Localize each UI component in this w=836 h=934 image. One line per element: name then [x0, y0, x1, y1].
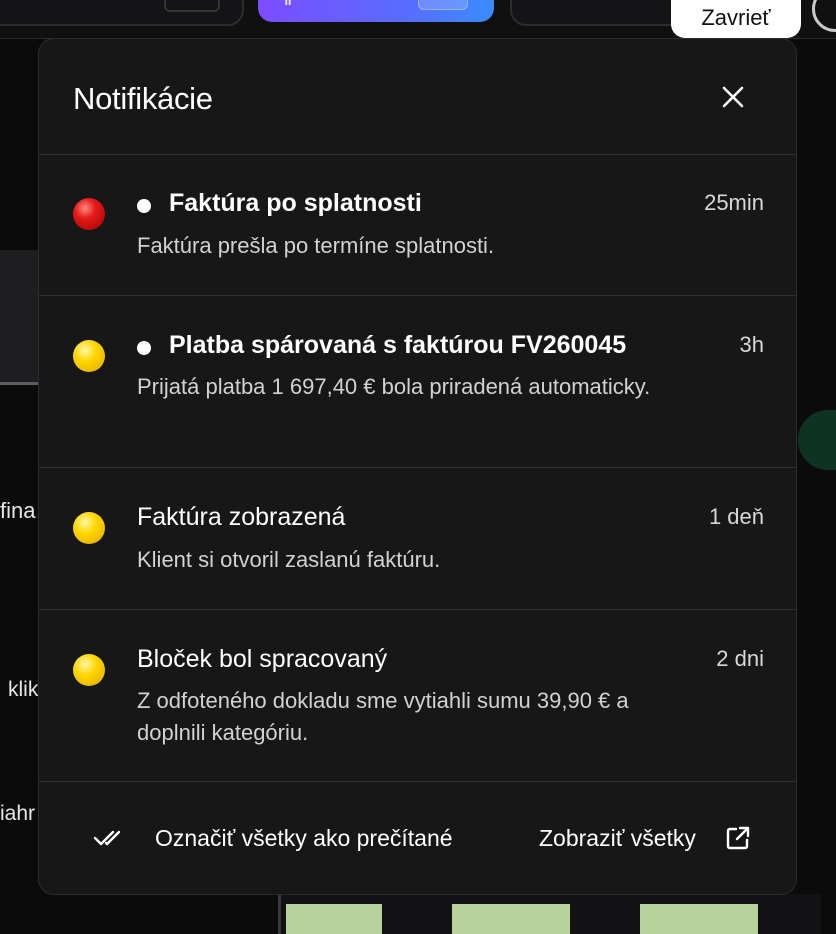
panel-header: Notifikácie	[39, 39, 796, 155]
background-bar	[640, 904, 758, 934]
status-indicator-yellow	[73, 512, 105, 544]
notification-time: 1 deň	[708, 504, 764, 529]
notification-body: Z odfoteného dokladu sme vytiahli sumu 3…	[137, 688, 629, 745]
background-bar	[286, 904, 382, 934]
view-all-label: Zobraziť všetky	[539, 824, 696, 851]
external-link-icon	[726, 826, 750, 850]
notification-item[interactable]: Faktúra zobrazená 1 deň Klient si otvori…	[39, 468, 796, 610]
background-button-badge	[418, 0, 468, 10]
double-check-icon	[93, 830, 121, 846]
background-text-fragment: klik	[8, 678, 39, 701]
notification-time: 3h	[739, 332, 764, 357]
status-indicator-red	[73, 198, 105, 230]
mark-all-read-label: Označiť všetky ako prečítané	[155, 824, 453, 851]
panel-footer: Označiť všetky ako prečítané Zobraziť vš…	[39, 781, 796, 894]
status-indicator-yellow	[73, 340, 105, 372]
notification-item[interactable]: Bloček bol spracovaný 2 dni Z odfoteného…	[39, 610, 796, 782]
notification-body: Klient si otvoril zaslanú faktúru.	[137, 547, 441, 572]
notification-title: Faktúra zobrazená	[137, 503, 346, 531]
notification-title: Faktúra po splatnosti	[169, 189, 422, 217]
notifications-panel: Notifikácie Faktúra po splatnosti 25min …	[38, 38, 797, 895]
mark-all-read-button[interactable]: Označiť všetky ako prečítané	[93, 813, 453, 863]
notification-title: Bloček bol spracovaný	[137, 645, 388, 673]
view-all-button[interactable]: Zobraziť všetky	[539, 813, 752, 863]
background-text-fragment: iahr	[0, 802, 36, 825]
background-bar	[452, 904, 570, 934]
panel-title: Notifikácie	[73, 81, 213, 116]
close-tooltip: Zavrieť	[671, 0, 801, 38]
background-shortcut-badge	[164, 0, 220, 12]
notification-body: Faktúra prešla po termíne splatnosti.	[137, 233, 495, 258]
notification-body: Prijatá platba 1 697,40 € bola priradená…	[137, 374, 651, 399]
close-button[interactable]	[711, 77, 755, 117]
notification-title: Platba spárovaná s faktúrou FV260045	[169, 331, 627, 359]
notification-time: 25min	[704, 190, 764, 215]
notification-item[interactable]: Faktúra po splatnosti 25min Faktúra preš…	[39, 154, 796, 296]
background-text-fragment: fina	[0, 498, 36, 523]
notification-time: 2 dni	[716, 646, 764, 671]
background-chart-fragment	[798, 410, 836, 470]
unread-dot	[137, 199, 151, 213]
background-button-icon: ‖	[284, 0, 292, 9]
status-indicator-yellow	[73, 654, 105, 686]
notification-item[interactable]: Platba spárovaná s faktúrou FV260045 3h …	[39, 296, 796, 468]
background-card	[0, 250, 40, 385]
unread-dot	[137, 341, 151, 355]
close-icon	[722, 86, 744, 108]
